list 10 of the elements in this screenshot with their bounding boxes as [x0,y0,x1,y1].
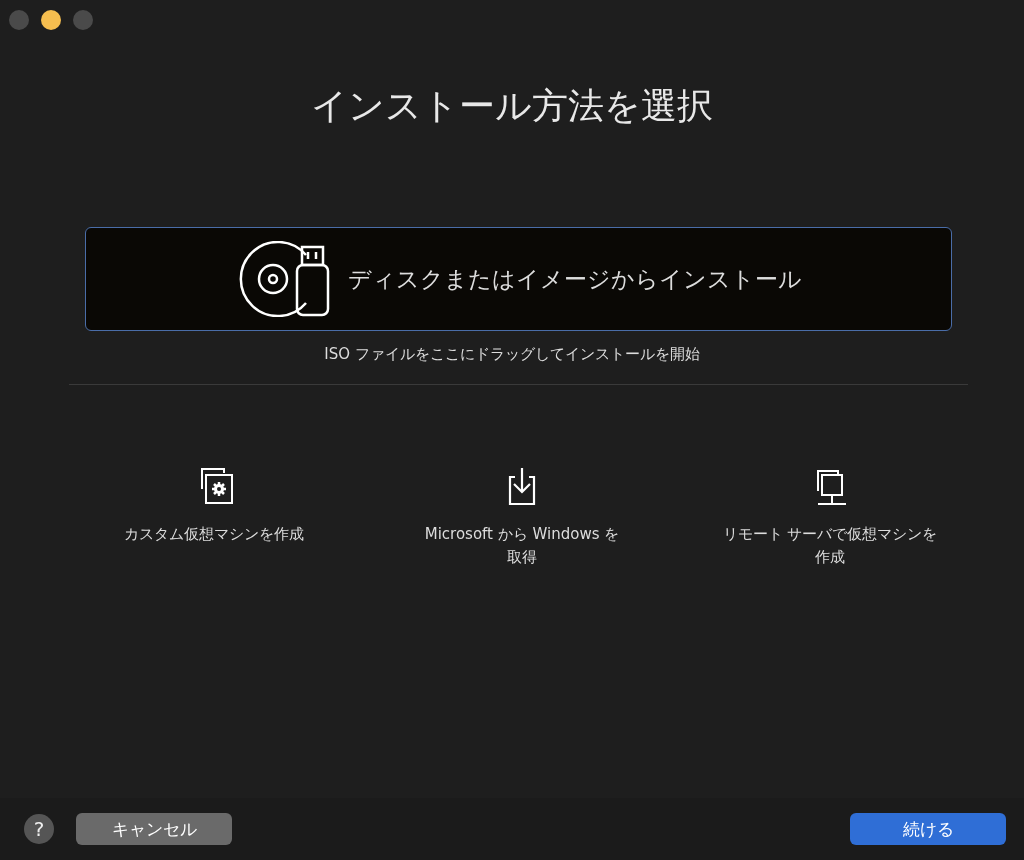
install-option[interactable]: カスタム仮想マシンを作成 [60,461,368,573]
install-from-disc-option[interactable]: ディスクまたはイメージからインストール [85,227,952,331]
continue-button[interactable]: 続ける [850,813,1006,845]
install-option[interactable]: リモート サーバで仮想マシンを作成 [676,461,984,573]
window-title: インストール方法を選択 [310,84,714,128]
drag-hint: ISO ファイルをここにドラッグしてインストールを開始 [323,345,701,364]
cancel-button[interactable]: キャンセル [76,813,232,845]
help-button[interactable]: ? [24,814,54,844]
window-control[interactable] [41,10,61,30]
install-option[interactable]: Microsoft から Windows を取得 [368,461,676,573]
